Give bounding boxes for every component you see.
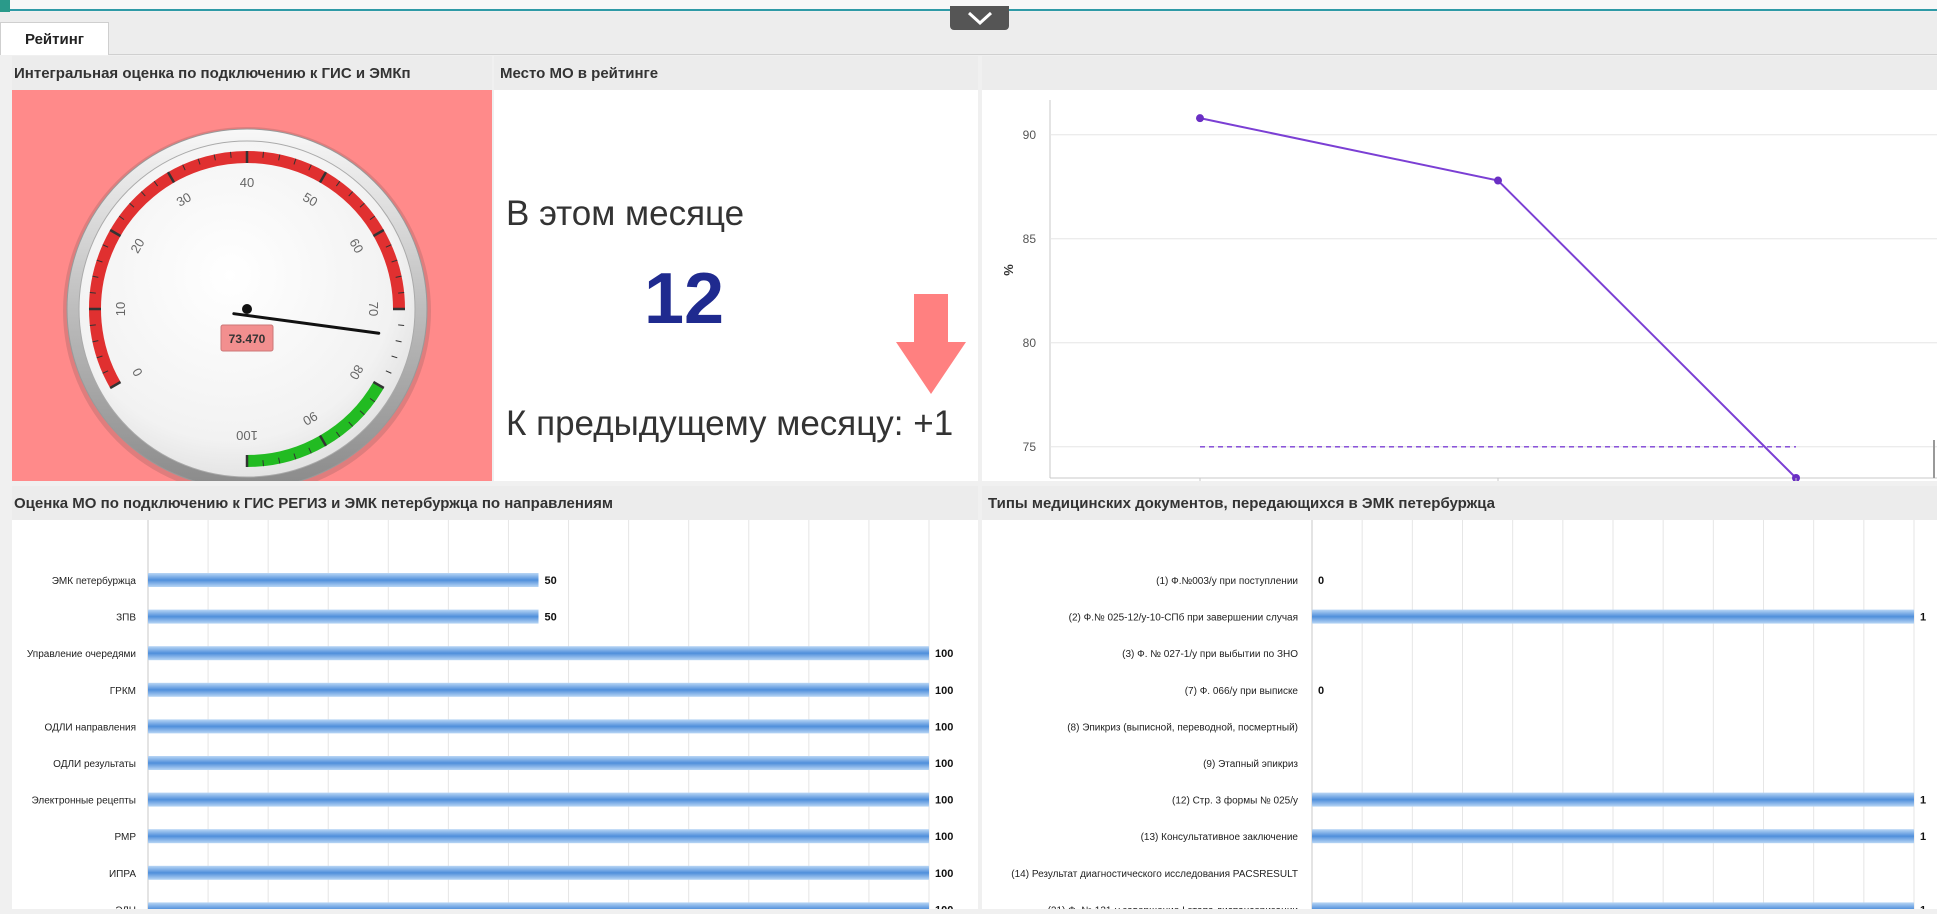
gauge-minor-tick: [89, 324, 96, 327]
bar: [148, 902, 929, 914]
tab-rating[interactable]: Рейтинг: [0, 22, 109, 55]
chevron-down-icon: [967, 11, 992, 25]
directions-panel-title: Оценка МО по подключению к ГИС РЕГИЗ и Э…: [12, 486, 978, 520]
gauge-tick-label: 100: [236, 428, 258, 443]
collapse-button[interactable]: [950, 6, 1009, 30]
previous-month-label: К предыдущему месяцу: +1: [506, 404, 954, 443]
value-label: 50: [545, 612, 557, 624]
gauge-minor-tick: [89, 291, 96, 294]
rank-body: В этом месяце 12 К предыдущему месяцу: +…: [494, 90, 978, 481]
gauge-panel: Интегральная оценка по подключению к ГИС…: [12, 56, 492, 495]
gauge-minor-tick: [398, 291, 405, 294]
category-label: (2) Ф.№ 025-12/у-10-СПб при завершении с…: [1069, 612, 1298, 624]
category-label: ГРКМ: [110, 686, 136, 697]
category-label: ЗПВ: [116, 613, 136, 624]
data-point: [1494, 176, 1502, 185]
category-label: (12) Стр. 3 формы № 025/у: [1172, 795, 1298, 807]
series-line: [1199, 117, 1797, 479]
gauge-tick-label: 70: [366, 302, 381, 316]
doctypes-chart: (1) Ф.№003/у при поступлении 0 (2) Ф.№ 025…: [1011, 520, 1926, 914]
bar: [148, 682, 929, 697]
category-label: (13) Консультативное заключение: [1141, 832, 1299, 843]
gauge-minor-tick: [262, 460, 265, 467]
bar: [1312, 829, 1914, 844]
gauge-minor-tick: [229, 151, 232, 158]
directions-body: ЭМК петербуржца 50 ЗПВ 50 Управление очередя…: [12, 520, 978, 914]
y-tick-label: 80: [1023, 336, 1037, 350]
directions-panel: Оценка МО по подключению к ГИС РЕГИЗ и Э…: [12, 486, 978, 914]
category-label: (7) Ф. 066/у при выписке: [1185, 686, 1299, 697]
trend-chart: 75808590%2018-052018-062018-07: [1001, 100, 1937, 499]
category-label: Электронные рецепты: [32, 796, 137, 807]
value-label: 100: [935, 795, 953, 807]
category-label: (14) Результат диагностического исследов…: [1011, 869, 1298, 880]
rank-panel-title: Место МО в рейтинге: [494, 56, 978, 90]
doctypes-panel: Типы медицинских документов, передающихс…: [982, 486, 1937, 914]
gauge-minor-tick: [262, 151, 265, 158]
rank-number: 12: [643, 259, 725, 339]
value-label: 1: [1920, 612, 1926, 624]
category-label: ИПРА: [109, 869, 136, 880]
bar: [148, 646, 929, 661]
doctypes-panel-title: Типы медицинских документов, передающихс…: [982, 486, 1937, 520]
trend-panel: 75808590%2018-052018-062018-07: [982, 56, 1937, 499]
category-label: Управление очередями: [27, 649, 136, 660]
bar: [148, 829, 929, 844]
value-label: 100: [935, 758, 953, 770]
category-label: (3) Ф. № 027-1/у при выбытии по ЗНО: [1122, 648, 1298, 660]
gauge-needle-pivot: [242, 304, 252, 314]
value-label: 1: [1920, 831, 1926, 843]
doctypes-body: (1) Ф.№003/у при поступлении 0 (2) Ф.№ 025…: [982, 520, 1937, 914]
value-label: 100: [935, 868, 953, 880]
gauge-value: 73.470: [229, 332, 266, 346]
category-label: ОДЛИ направления: [45, 722, 136, 733]
value-label: 100: [935, 685, 953, 697]
trend-panel-title: [982, 56, 1937, 90]
value-label: 0: [1318, 575, 1324, 587]
gauge-body: 0 10 20 30 40 50 60 70 80 90 100 73.470: [12, 90, 492, 495]
bar: [1312, 902, 1914, 914]
bar: [148, 573, 539, 587]
value-label: 50: [545, 575, 557, 587]
category-label: (9) Этапный эпикриз: [1203, 759, 1298, 770]
bar: [148, 792, 929, 807]
category-label: (1) Ф.№003/у при поступлении: [1156, 576, 1298, 587]
value-label: 100: [935, 831, 953, 843]
category-label: ЭЛН: [115, 905, 136, 909]
rank-panel: Место МО в рейтинге В этом месяце 12 К п…: [494, 56, 978, 481]
category-label: ЭМК петербуржца: [52, 575, 137, 587]
y-tick-label: 75: [1023, 440, 1037, 454]
bar: [148, 609, 539, 624]
gauge-tick-label: 40: [240, 175, 254, 190]
y-axis-label: %: [1001, 264, 1016, 276]
this-month-label: В этом месяце: [506, 194, 745, 233]
arrow-down-icon: [896, 294, 966, 394]
bar: [148, 865, 929, 880]
value-label: 100: [935, 648, 953, 660]
value-label: 1: [1920, 904, 1926, 909]
gauge-minor-tick: [398, 324, 405, 327]
y-tick-label: 90: [1023, 128, 1037, 142]
directions-chart: ЭМК петербуржца 50 ЗПВ 50 Управление очередя…: [27, 520, 953, 914]
bar: [1312, 792, 1914, 807]
category-label: ОДЛИ результаты: [53, 759, 136, 770]
bar: [148, 719, 929, 734]
category-label: (8) Эпикриз (выписной, переводной, посме…: [1067, 722, 1298, 733]
value-label: 0: [1318, 685, 1324, 697]
trend-body: 75808590%2018-052018-062018-07: [982, 90, 1937, 499]
category-label: РМР: [114, 832, 136, 843]
y-tick-label: 85: [1023, 232, 1037, 246]
category-label: (21) Ф. № 131-у завершение I этапа диспа…: [1048, 905, 1298, 909]
gauge-panel-title: Интегральная оценка по подключению к ГИС…: [12, 56, 492, 90]
value-label: 100: [935, 904, 953, 909]
value-label: 1: [1920, 795, 1926, 807]
data-point: [1196, 114, 1204, 123]
bar: [1312, 609, 1914, 624]
gauge-tick-label: 10: [113, 302, 128, 316]
bar: [148, 756, 929, 770]
value-label: 100: [935, 721, 953, 733]
gauge: 010203040506070809010073.470: [63, 127, 431, 495]
